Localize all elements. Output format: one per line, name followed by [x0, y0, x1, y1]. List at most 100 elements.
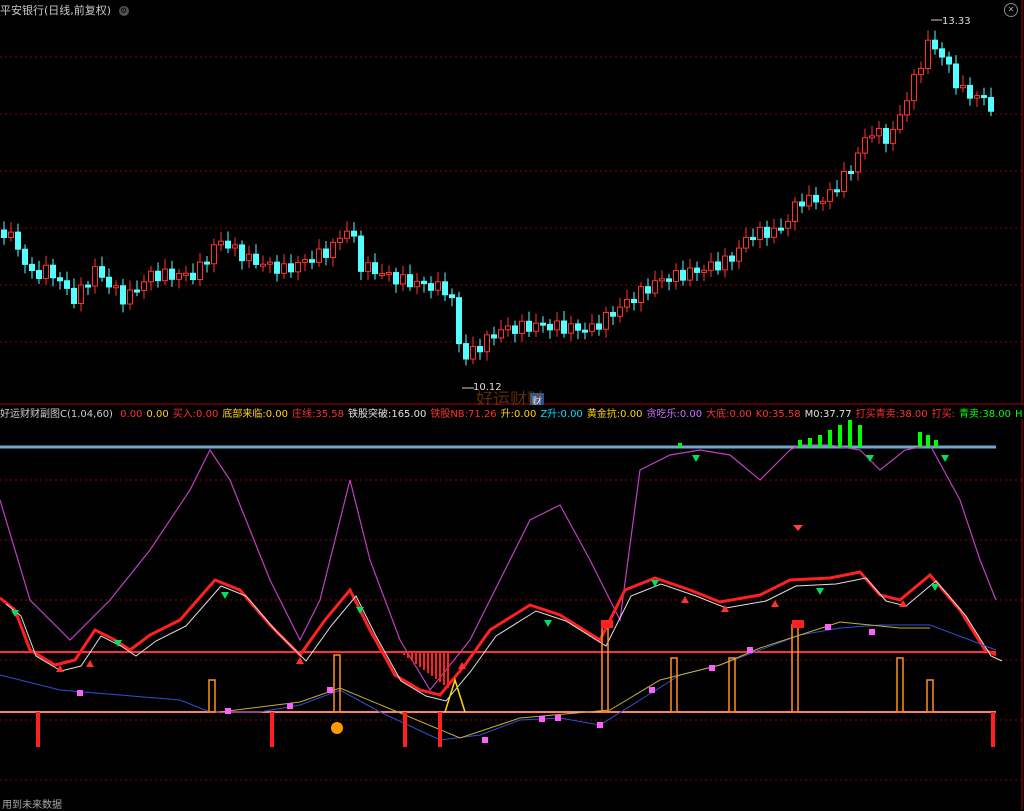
candle-body — [554, 320, 560, 331]
candle-body — [743, 236, 749, 249]
candle-body — [645, 286, 651, 294]
green-bar — [798, 440, 802, 447]
green-bar — [818, 435, 822, 447]
candle-body — [708, 261, 714, 271]
candle-body — [806, 194, 812, 207]
indicator-name[interactable]: 好运财财副图C(1.04,60) — [0, 409, 113, 420]
magenta-marker — [597, 722, 603, 728]
indicator-item: 青卖:38.00 — [959, 409, 1012, 420]
close-icon[interactable]: ✕ — [1004, 3, 1018, 17]
candle-body — [792, 201, 798, 222]
candle-body — [197, 261, 203, 280]
candle-body — [120, 285, 126, 305]
candle-body — [736, 247, 742, 262]
candle-body — [50, 264, 56, 279]
candle-body — [421, 280, 427, 285]
red-gem-icon — [793, 525, 803, 531]
candle-body — [778, 227, 784, 231]
candle-body — [687, 267, 693, 281]
orange-pillar — [670, 657, 678, 713]
green-bar — [918, 432, 922, 447]
green-down-arrow — [544, 620, 552, 627]
stock-chart-window[interactable]: 平安银行(日线,前复权) ⚙ ✕ 13.33 10.12 财 好运财财 好运财财… — [0, 0, 1024, 811]
green-down-arrow — [866, 455, 874, 462]
candle-body — [722, 255, 728, 271]
red-tick — [36, 712, 40, 747]
indicator-item: 打买: — [931, 409, 956, 420]
candle-body — [652, 280, 658, 294]
candle-body — [932, 39, 938, 50]
chart-header: 平安银行(日线,前复权) ⚙ — [0, 2, 129, 18]
candle-body — [274, 261, 280, 274]
red-cap — [601, 620, 613, 628]
orange-pillar — [601, 624, 609, 713]
candle-body — [666, 278, 672, 282]
candle-body — [526, 320, 532, 332]
green-down-arrow — [931, 584, 939, 591]
candle-body — [911, 74, 917, 102]
candle-body — [659, 278, 665, 282]
candle-body — [890, 128, 896, 144]
candle-body — [603, 311, 609, 330]
candle-body — [260, 263, 266, 267]
candle-body — [757, 226, 763, 241]
candle-body — [148, 270, 154, 283]
indicator-item: Z升:0.00 — [540, 409, 583, 420]
candle-body — [106, 276, 112, 288]
candle-body — [316, 248, 322, 263]
low-blue-line — [0, 624, 997, 741]
candle-body — [239, 244, 245, 262]
candle-body — [680, 269, 686, 281]
candle-body — [43, 264, 49, 279]
candle-body — [113, 285, 119, 289]
candle-body — [988, 97, 994, 112]
candle-body — [414, 280, 420, 288]
candle-body — [386, 272, 392, 276]
indicator-item: 铁股突破:165.00 — [347, 409, 427, 420]
candle-body — [834, 189, 840, 193]
indicator-item: 买入:0.00 — [172, 409, 219, 420]
red-tick — [438, 712, 442, 747]
candle-body — [918, 67, 924, 76]
candle-body — [750, 236, 756, 241]
green-bar — [934, 440, 938, 447]
orange-pillar — [333, 654, 341, 713]
candle-body — [323, 248, 329, 258]
green-bar — [848, 420, 852, 447]
candle-body — [330, 241, 336, 258]
candle-body — [694, 267, 700, 273]
candle-body — [470, 346, 476, 360]
candle-body — [204, 261, 210, 265]
indicator-item: M0:37.77 — [804, 409, 852, 420]
indicator-item: 铁股NB:71.26 — [430, 409, 497, 420]
candle-body — [519, 320, 525, 334]
candle-body — [288, 263, 294, 273]
candle-body — [855, 152, 861, 173]
green-down-arrow — [651, 580, 659, 587]
candle-body — [71, 287, 77, 304]
candle-body — [85, 284, 91, 288]
candle-body — [701, 269, 707, 273]
candle-body — [246, 253, 252, 262]
candle-body — [897, 114, 903, 130]
indicator-item: 庄线:35.58 — [291, 409, 344, 420]
candle-body — [463, 343, 469, 360]
magenta-marker — [649, 687, 655, 693]
candle-body — [498, 329, 504, 339]
candle-body — [92, 266, 98, 287]
candle-body — [967, 84, 973, 99]
gear-icon[interactable]: ⚙ — [118, 6, 129, 16]
candle-body — [267, 261, 273, 265]
main-red-line — [0, 570, 997, 697]
candle-body — [799, 201, 805, 207]
candle-body — [211, 244, 217, 265]
candle-body — [344, 230, 350, 239]
candle-body — [876, 128, 882, 137]
orange-pillar — [728, 657, 736, 713]
candle-body — [99, 266, 105, 278]
candle-body — [1, 229, 7, 239]
candle-body — [953, 63, 959, 89]
orange-pillar — [926, 679, 934, 713]
red-up-arrow — [86, 660, 94, 667]
candle-body — [981, 95, 987, 99]
